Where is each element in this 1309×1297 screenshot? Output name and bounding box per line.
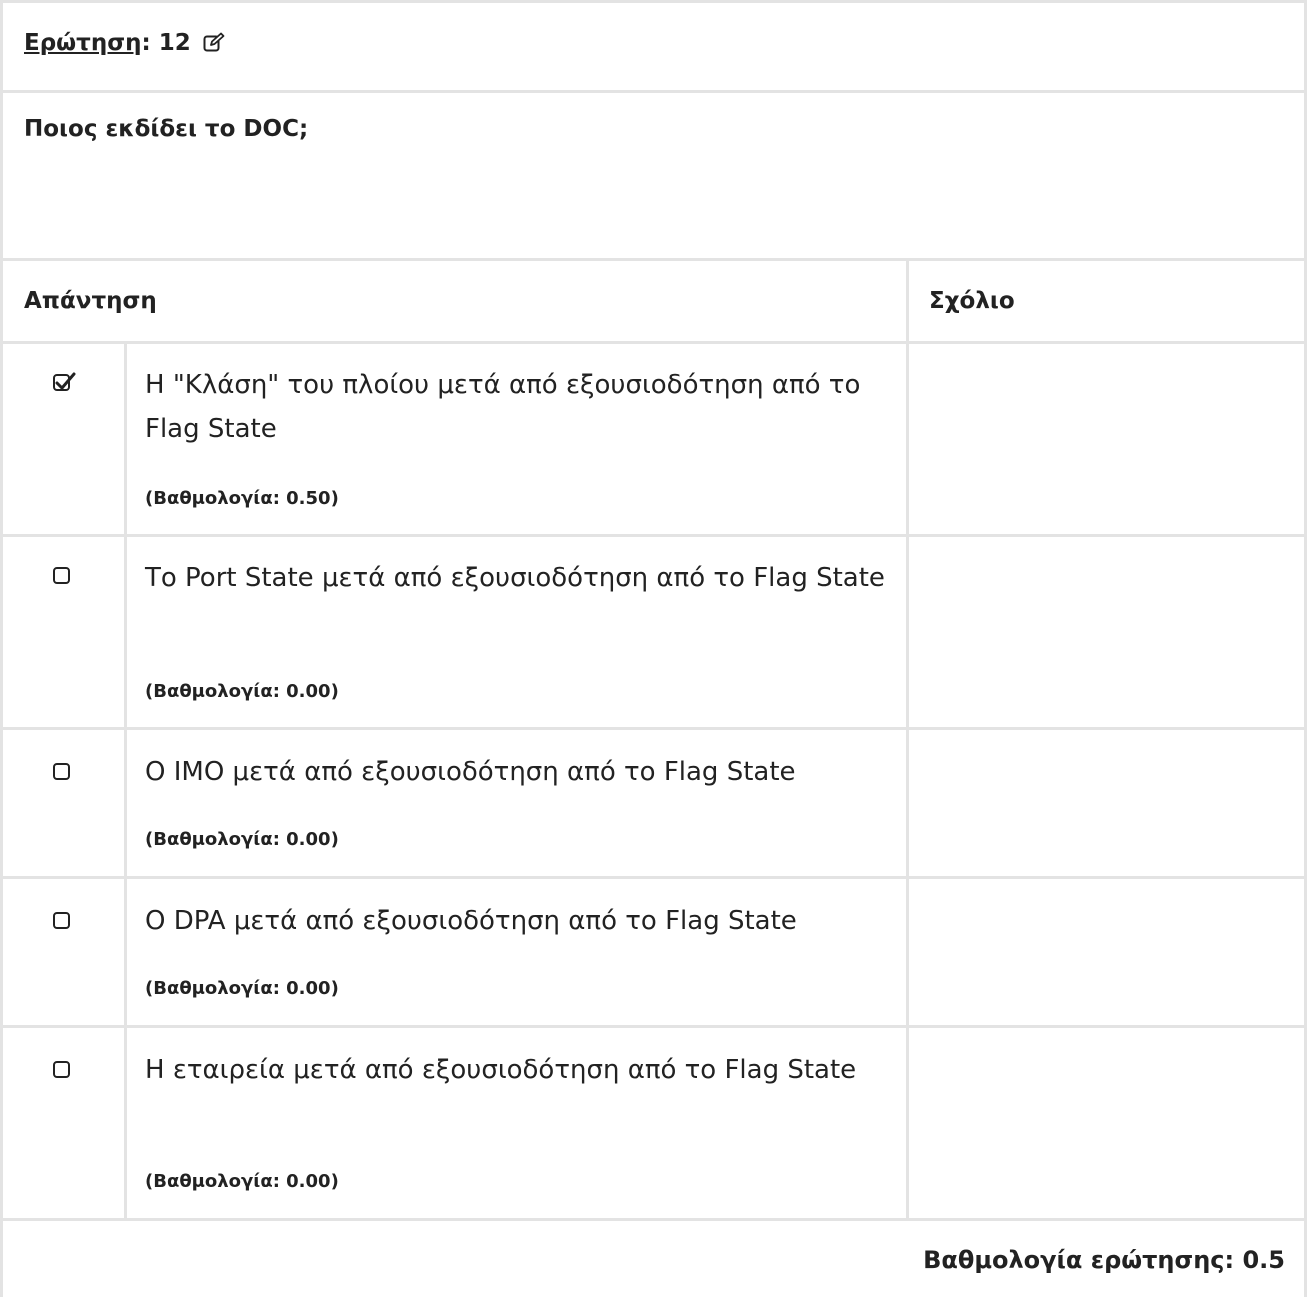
answer-score: (Βαθμολογία: 0.00) <box>145 829 339 850</box>
divider <box>0 727 1307 730</box>
question-text: Ποιος εκδίδει το DOC; <box>24 116 309 142</box>
answer-score: (Βαθμολογία: 0.50) <box>145 488 339 509</box>
answer-score: (Βαθμολογία: 0.00) <box>145 1171 339 1192</box>
divider <box>0 1025 1307 1028</box>
question-panel <box>0 0 1307 1297</box>
answer-text: Το Port State μετά από εξουσιοδότηση από… <box>145 563 885 593</box>
question-total-score: Βαθμολογία ερώτησης: 0.5 <box>923 1246 1285 1274</box>
divider <box>0 876 1307 879</box>
column-divider <box>906 261 909 1221</box>
answer-text: Ο DPA μετά από εξουσιοδότηση από το Flag… <box>145 906 797 936</box>
checkbox-checked-icon <box>53 372 76 391</box>
divider <box>0 1218 1307 1221</box>
checkbox-empty-icon <box>53 567 70 584</box>
checkbox-empty-icon <box>53 912 70 929</box>
edit-icon[interactable] <box>203 32 225 58</box>
question-label[interactable]: Ερώτηση <box>24 30 142 56</box>
divider <box>0 258 1307 261</box>
answer-text: Η "Κλάση" του πλοίου μετά από εξουσιοδότ… <box>145 370 861 444</box>
divider <box>0 534 1307 537</box>
divider <box>0 90 1307 93</box>
answer-text: Η εταιρεία μετά από εξουσιοδότηση από το… <box>145 1055 857 1085</box>
divider <box>0 341 1307 344</box>
comment-column-header: Σχόλιο <box>929 288 1015 314</box>
answer-score: (Βαθμολογία: 0.00) <box>145 681 339 702</box>
answer-score: (Βαθμολογία: 0.00) <box>145 978 339 999</box>
question-header: Ερώτηση: 12 <box>24 30 225 58</box>
checkbox-empty-icon <box>53 1061 70 1078</box>
question-number: : 12 <box>141 30 191 56</box>
checkbox-empty-icon <box>53 763 70 780</box>
answer-column-header: Απάντηση <box>24 288 157 314</box>
answer-text: Ο IMO μετά από εξουσιοδότηση από το Flag… <box>145 757 796 787</box>
column-divider <box>124 344 127 1221</box>
